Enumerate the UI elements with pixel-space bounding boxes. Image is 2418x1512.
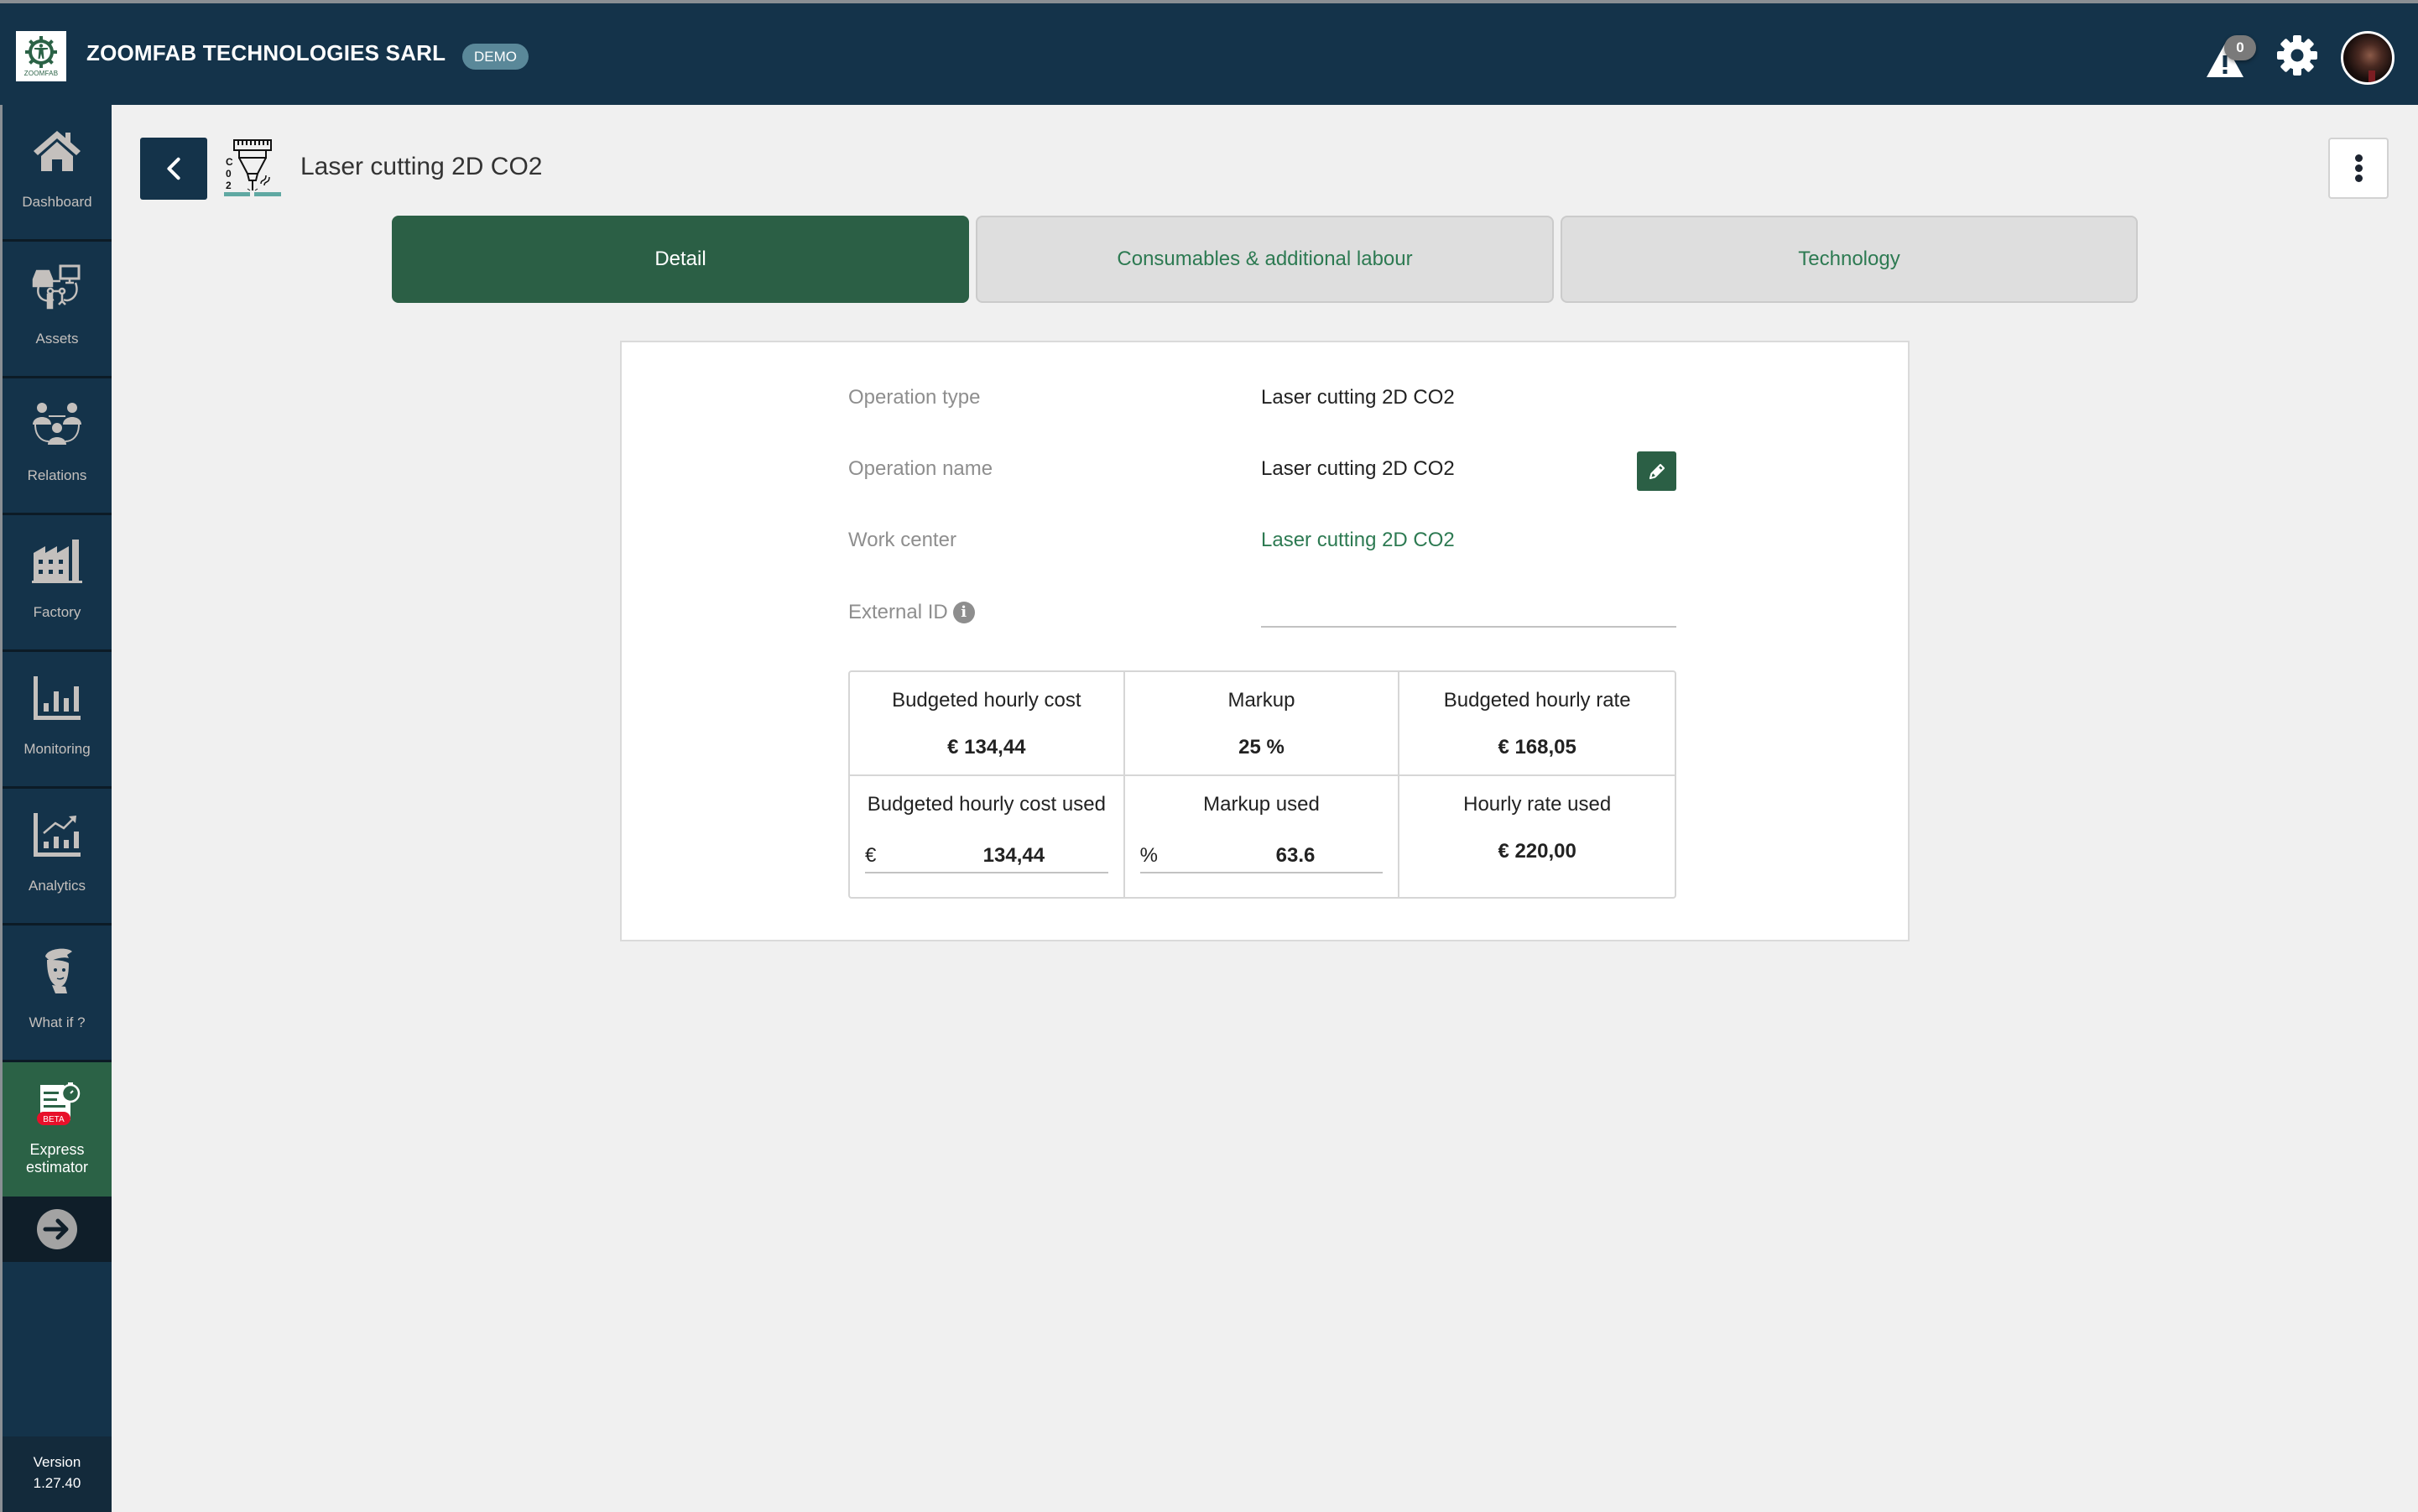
gear-person-logo-icon	[25, 36, 57, 68]
operation-name-value: Laser cutting 2D CO2	[1261, 457, 1455, 480]
work-center-label: Work center	[848, 529, 956, 551]
sidebar-item-relations[interactable]: Relations	[3, 378, 112, 515]
external-id-label: External ID i	[848, 601, 975, 624]
sidebar-item-label: Relations	[27, 467, 87, 483]
pencil-icon	[1649, 463, 1665, 479]
markup-used-label: Markup used	[1203, 793, 1320, 816]
budgeted-hourly-cost-cell: Budgeted hourly cost € 134,44	[850, 672, 1125, 776]
sidebar-item-what-if[interactable]: What if ?	[3, 925, 112, 1062]
sidebar-item-monitoring[interactable]: Monitoring	[3, 652, 112, 789]
sidebar-item-label: Dashboard	[22, 194, 92, 210]
info-icon[interactable]: i	[952, 602, 975, 623]
sidebar-item-label: What if ?	[29, 1014, 86, 1030]
sidebar-item-label: Assets	[35, 331, 79, 347]
user-avatar[interactable]	[2341, 31, 2395, 85]
relations-icon	[29, 397, 85, 452]
sidebar-item-express-estimator[interactable]: BETA Express estimator	[3, 1062, 112, 1197]
sidebar-nav: Dashboard Assets Relations Factory Monit…	[0, 105, 112, 1512]
kebab-dot-icon	[2354, 175, 2363, 182]
sidebar-item-label: Analytics	[28, 878, 86, 894]
more-options-button[interactable]	[2328, 138, 2389, 199]
sidebar-item-factory[interactable]: Factory	[3, 515, 112, 652]
markup-used-cell: Markup used %	[1125, 776, 1458, 897]
detail-card: Operation type Laser cutting 2D CO2 Oper…	[620, 341, 1910, 941]
arrow-right-circle-icon	[37, 1209, 77, 1249]
sidebar-expand-button[interactable]	[3, 1197, 112, 1262]
thinking-person-icon	[29, 944, 85, 999]
hourly-rate-used-value: € 220,00	[1498, 840, 1576, 863]
laser-co2-icon: C 0 2	[224, 137, 283, 197]
gear-icon	[2277, 35, 2317, 76]
logo-text: ZOOMFAB	[23, 70, 59, 77]
tab-detail[interactable]: Detail	[392, 216, 969, 303]
markup-label: Markup	[1227, 689, 1295, 712]
tab-technology[interactable]: Technology	[1561, 216, 2138, 303]
budgeted-hourly-rate-label: Budgeted hourly rate	[1443, 689, 1631, 712]
budgeted-hourly-cost-used-label: Budgeted hourly cost used	[867, 793, 1106, 816]
home-icon	[29, 123, 85, 179]
kebab-dot-icon	[2354, 154, 2363, 162]
svg-text:C: C	[226, 156, 233, 168]
hourly-rate-used-label: Hourly rate used	[1463, 793, 1612, 816]
budgeted-hourly-cost-label: Budgeted hourly cost	[892, 689, 1081, 712]
sidebar-item-assets[interactable]: Assets	[3, 242, 112, 378]
bar-chart-icon	[29, 670, 85, 726]
budgeted-hourly-cost-used-field: €	[865, 840, 1177, 873]
percent-prefix: %	[1139, 844, 1158, 867]
tab-consumables[interactable]: Consumables & additional labour	[976, 216, 1554, 303]
sidebar-item-label: Monitoring	[23, 741, 91, 757]
sidebar-item-analytics[interactable]: Analytics	[3, 789, 112, 925]
budgeted-hourly-cost-value: € 134,44	[947, 736, 1026, 759]
budgeted-hourly-cost-used-cell: Budgeted hourly cost used €	[850, 776, 1177, 897]
env-badge: DEMO	[462, 44, 529, 70]
company-name: ZOOMFAB TECHNOLOGIES SARL	[86, 40, 446, 65]
svg-text:2: 2	[226, 180, 232, 191]
operation-name-label: Operation name	[848, 457, 993, 480]
chevron-left-icon	[167, 157, 180, 180]
alerts-button[interactable]: 0	[2200, 35, 2256, 82]
hourly-rate-used-cell: Hourly rate used € 220,00	[1399, 776, 1675, 897]
assets-icon	[29, 260, 85, 315]
settings-button[interactable]	[2275, 34, 2319, 77]
markup-cell: Markup 25 %	[1124, 672, 1400, 776]
back-button[interactable]	[140, 138, 207, 200]
trend-chart-icon	[29, 807, 85, 863]
top-bar: ZOOMFAB ZOOMFAB TECHNOLOGIES SARL DEMO 0	[0, 0, 2418, 105]
operation-type-label: Operation type	[848, 386, 981, 409]
svg-text:0: 0	[226, 168, 232, 180]
company-logo[interactable]: ZOOMFAB	[16, 31, 66, 81]
currency-prefix: €	[865, 844, 877, 867]
sidebar-item-label: Factory	[33, 604, 81, 620]
operation-type-value: Laser cutting 2D CO2	[1261, 386, 1455, 409]
cost-grid: Budgeted hourly cost € 134,44 Markup 25 …	[848, 670, 1676, 899]
kebab-dot-icon	[2354, 164, 2363, 172]
sidebar-item-label: Express estimator	[25, 1141, 89, 1176]
sidebar-item-dashboard[interactable]: Dashboard	[3, 105, 112, 242]
edit-operation-name-button[interactable]	[1637, 451, 1676, 491]
markup-value: 25 %	[1238, 736, 1285, 759]
alert-count-badge: 0	[2224, 35, 2256, 60]
work-center-link[interactable]: Laser cutting 2D CO2	[1261, 529, 1455, 552]
external-id-input[interactable]	[1261, 592, 1676, 628]
markup-used-field: %	[1139, 840, 1458, 873]
budgeted-hourly-rate-cell: Budgeted hourly rate € 168,05	[1399, 672, 1675, 776]
app-version: Version 1.27.40	[3, 1436, 112, 1512]
avatar-photo	[2368, 70, 2375, 82]
express-estimator-icon: BETA	[29, 1081, 85, 1136]
beta-badge: BETA	[43, 1115, 65, 1124]
budgeted-hourly-rate-value: € 168,05	[1498, 736, 1576, 759]
factory-icon	[29, 534, 85, 589]
page-title: Laser cutting 2D CO2	[300, 153, 543, 180]
